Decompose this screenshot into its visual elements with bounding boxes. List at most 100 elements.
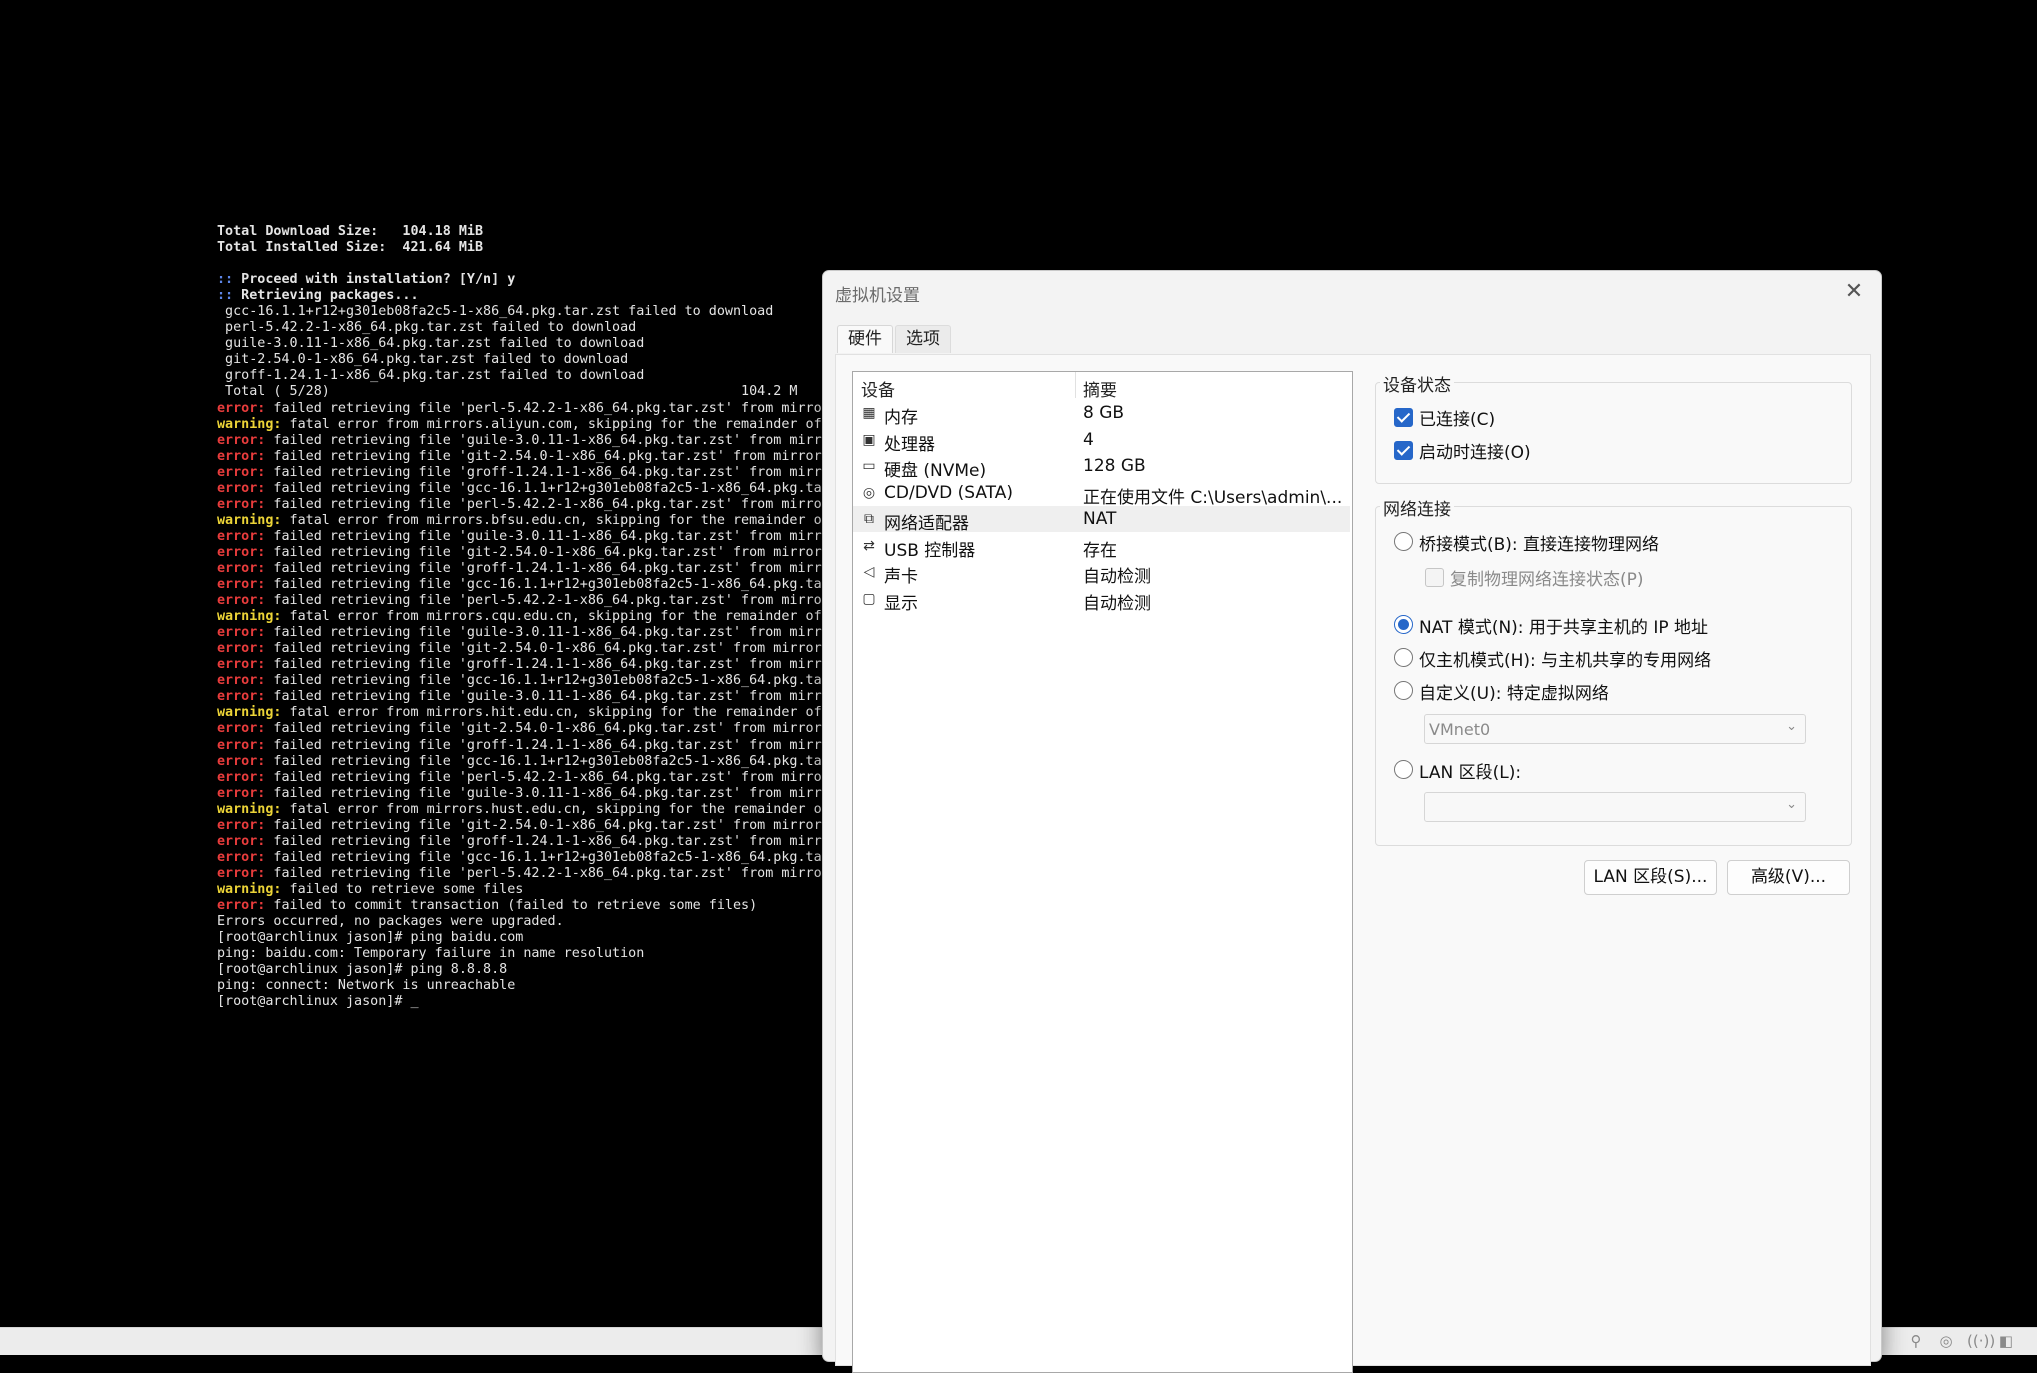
terminal-line: error: failed retrieving file 'gcc-16.1.… [217, 577, 822, 593]
terminal-text: failed retrieving file 'groff-1.24.1-1-x… [265, 657, 822, 673]
terminal-text: fatal error from mirrors.hit.edu.cn, ski… [281, 705, 822, 721]
device-summary: NAT [1083, 509, 1117, 529]
connected-checkbox[interactable] [1394, 408, 1413, 427]
device-row[interactable]: ▢ 显示 自动检测 [853, 586, 1350, 614]
terminal-text: ping: baidu.com: Temporary failure in na… [217, 946, 645, 962]
chevron-down-icon: ⌄ [1786, 719, 1797, 734]
device-row[interactable]: ◎ CD/DVD (SATA) 正在使用文件 C:\Users\admin\... [853, 480, 1350, 508]
terminal-line: error: failed retrieving file 'git-2.54.… [217, 545, 822, 561]
terminal-text: error: [217, 577, 266, 593]
tab-options[interactable]: 选项 [895, 325, 951, 353]
terminal-text: failed to retrieve some files [281, 881, 524, 897]
replicate-state-checkbox[interactable] [1425, 568, 1444, 587]
terminal-line: [root@archlinux jason]# ping baidu.com [217, 930, 822, 946]
terminal-line: warning: failed to retrieve some files [217, 882, 822, 898]
network-connection-label: 网络连接 [1380, 495, 1454, 520]
terminal-text: error: [217, 544, 266, 560]
terminal-text: error: [217, 657, 266, 673]
device-summary: 4 [1083, 429, 1094, 450]
device-name: 网络适配器 [884, 514, 969, 534]
terminal-line: error: failed retrieving file 'gcc-16.1.… [217, 850, 822, 866]
terminal-text: Proceed with installation? [Y/n] y [233, 272, 516, 288]
terminal-line: error: failed retrieving file 'groff-1.2… [217, 834, 822, 850]
terminal-text: failed retrieving file 'perl-5.42.2-1-x8… [265, 496, 822, 512]
lan-segment-select[interactable]: ⌄ [1424, 792, 1806, 822]
device-summary: 自动检测 [1083, 593, 1151, 614]
device-row[interactable]: ⇄ USB 控制器 存在 [853, 533, 1350, 561]
terminal-text: [root@archlinux jason]# ping 8.8.8.8 [217, 962, 508, 978]
terminal-text: failed retrieving file 'perl-5.42.2-1-x8… [265, 865, 822, 881]
terminal-line: error: failed retrieving file 'perl-5.42… [217, 593, 822, 609]
custom-radio[interactable] [1394, 681, 1413, 700]
terminal-line: error: failed retrieving file 'git-2.54.… [217, 641, 822, 657]
terminal-text: Total ( 5/28) 104.2 M [217, 384, 798, 400]
terminal-line: ping: baidu.com: Temporary failure in na… [217, 946, 822, 962]
terminal-text: error: [217, 480, 266, 496]
device-row[interactable]: ⧉ 网络适配器 NAT [853, 506, 1350, 534]
device-name: USB 控制器 [884, 540, 976, 561]
terminal-text: failed retrieving file 'gcc-16.1.1+r12+g… [265, 577, 822, 593]
host-only-radio[interactable] [1394, 648, 1413, 667]
terminal-text: error: [217, 769, 266, 785]
terminal-text: failed retrieving file 'groff-1.24.1-1-x… [265, 464, 822, 480]
cpu-icon: ▣ [862, 431, 876, 448]
display-icon: ▢ [862, 590, 876, 607]
terminal-line: warning: fatal error from mirrors.aliyun… [217, 417, 822, 433]
terminal-text: error: [217, 817, 266, 833]
terminal-text: error: [217, 448, 266, 464]
device-name: 硬盘 (NVMe) [884, 461, 987, 481]
terminal-text: fatal error from mirrors.aliyun.com, ski… [281, 416, 822, 432]
terminal-line: Errors occurred, no packages were upgrad… [217, 914, 822, 930]
device-row[interactable]: ▦ 内存 8 GB [853, 400, 1350, 428]
terminal-text: failed retrieving file 'git-2.54.0-1-x86… [265, 448, 822, 464]
terminal-text: Total Installed Size: 421.64 MiB [217, 240, 484, 256]
terminal-text: failed retrieving file 'guile-3.0.11-1-x… [265, 625, 822, 641]
device-row[interactable]: ▭ 硬盘 (NVMe) 128 GB [853, 453, 1350, 481]
tab-hardware[interactable]: 硬件 [837, 325, 893, 353]
wireless-tray-icon[interactable]: ((·)) [1967, 1332, 1995, 1350]
terminal-text: failed retrieving file 'guile-3.0.11-1-x… [265, 689, 822, 705]
usb-controller-icon: ⇄ [863, 537, 875, 554]
custom-network-select[interactable]: VMnet0 ⌄ [1424, 714, 1806, 744]
column-divider [1075, 372, 1076, 398]
terminal-text: git-2.54.0-1-x86_64.pkg.tar.zst failed t… [217, 352, 629, 368]
custom-label: 自定义(U): 特定虚拟网络 [1419, 684, 1609, 704]
terminal-text: error: [217, 641, 266, 657]
terminal-line: error: failed retrieving file 'guile-3.0… [217, 625, 822, 641]
terminal-text: ping: connect: Network is unreachable [217, 978, 516, 994]
notes-tray-icon[interactable]: ◧ [1997, 1332, 2015, 1350]
terminal-text: warning: [217, 881, 282, 897]
terminal-text: error: [217, 496, 266, 512]
terminal-text: fatal error from mirrors.bfsu.edu.cn, sk… [281, 512, 822, 528]
device-name: 处理器 [884, 434, 935, 455]
terminal-text: fatal error from mirrors.cqu.edu.cn, ski… [281, 609, 822, 625]
terminal-line: guile-3.0.11-1-x86_64.pkg.tar.zst failed… [217, 336, 822, 352]
device-list[interactable]: 设备 摘要 ▦ 内存 8 GB ▣ 处理器 4 ▭ 硬盘 (NVMe) 128 GB ◎ CD/DV… [852, 371, 1353, 1373]
terminal-text: failed retrieving file 'perl-5.42.2-1-x8… [265, 400, 822, 416]
terminal-text: [root@archlinux jason]# _ [217, 994, 419, 1010]
terminal-text: error: [217, 721, 266, 737]
device-status-group [1375, 382, 1852, 484]
terminal-line: Total ( 5/28) 104.2 M [217, 384, 822, 400]
terminal-line: error: failed retrieving file 'gcc-16.1.… [217, 673, 822, 689]
nat-radio[interactable] [1394, 615, 1413, 634]
bridged-radio[interactable] [1394, 532, 1413, 551]
status-tray: ⚲ ◎ ((·)) ◧ [1907, 1328, 2015, 1354]
close-icon[interactable]: ✕ [1839, 277, 1869, 307]
device-row[interactable]: ◁ 声卡 自动检测 [853, 559, 1350, 587]
advanced-button[interactable]: 高级(V)... [1727, 860, 1850, 895]
terminal-text: Errors occurred, no packages were upgrad… [217, 914, 564, 930]
terminal-text: error: [217, 753, 266, 769]
terminal-text: failed retrieving file 'git-2.54.0-1-x86… [265, 817, 822, 833]
device-name: 显示 [884, 593, 918, 614]
cd-tray-icon[interactable]: ◎ [1937, 1332, 1955, 1350]
lan-segment-radio[interactable] [1394, 760, 1413, 779]
terminal-text: error: [217, 560, 266, 576]
lan-segment-label: LAN 区段(L): [1419, 763, 1522, 783]
connect-at-power-on-checkbox[interactable] [1394, 441, 1413, 460]
device-row[interactable]: ▣ 处理器 4 [853, 427, 1350, 455]
lan-segments-button[interactable]: LAN 区段(S)... [1584, 860, 1717, 895]
usb-tray-icon[interactable]: ⚲ [1907, 1332, 1925, 1350]
terminal-line: :: Proceed with installation? [Y/n] y [217, 272, 822, 288]
terminal-line: error: failed retrieving file 'groff-1.2… [217, 738, 822, 754]
